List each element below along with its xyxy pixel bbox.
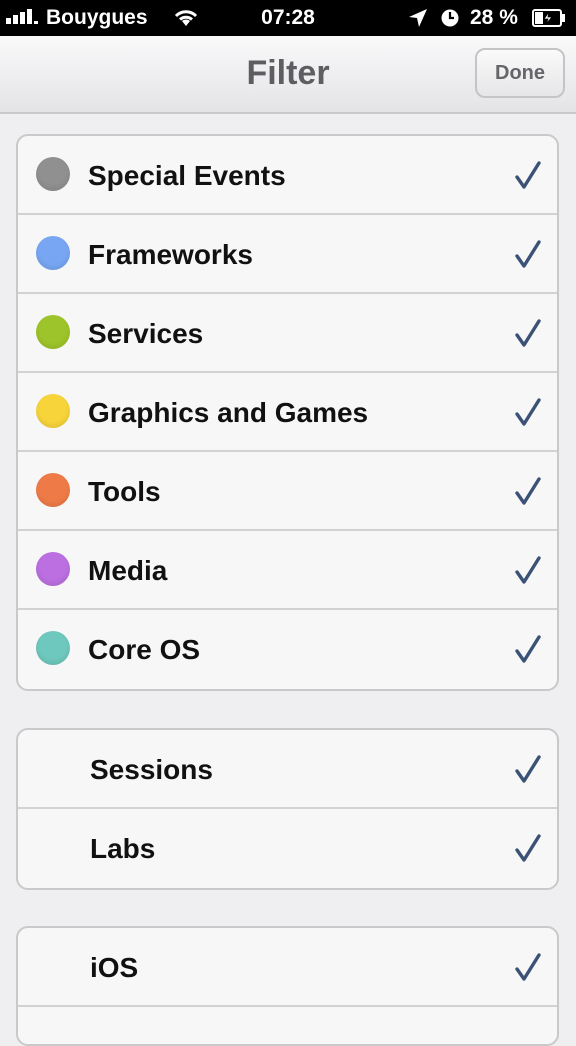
checkmark-icon [515,555,541,585]
filter-label: Services [88,318,204,349]
platforms-filter-group: iOS [16,926,559,1046]
status-bar: Bouygues 07:28 28 % [0,0,576,36]
checkmark-icon [515,833,541,863]
color-dot-icon [36,157,70,191]
filter-row-tools[interactable]: Tools [18,452,557,531]
battery-percentage: 28 % [470,6,518,29]
filter-row-special-events[interactable]: Special Events [18,136,557,215]
types-filter-group: Sessions Labs [16,728,559,890]
checkmark-icon [515,952,541,982]
checkmark-icon [515,476,541,506]
list-item[interactable] [18,1007,557,1044]
filter-row-media[interactable]: Media [18,531,557,610]
filter-label: Labs [90,833,156,864]
color-dot-icon [36,552,70,586]
filter-label: Frameworks [88,239,253,270]
filter-label: Graphics and Games [88,397,369,428]
color-dot-icon [36,394,70,428]
filter-label: iOS [90,952,139,983]
checkmark-icon [515,634,541,664]
location-arrow-icon [407,7,429,35]
checkmark-icon [515,754,541,784]
filter-row-ios[interactable]: iOS [18,928,557,1007]
battery-icon [532,9,566,33]
checkmark-icon [515,160,541,190]
navigation-bar: Filter Done [0,36,576,114]
filter-row-core-os[interactable]: Core OS [18,610,557,689]
filter-label: Core OS [88,634,201,665]
filter-label: Sessions [90,754,213,785]
filter-row-labs[interactable]: Labs [18,809,557,888]
alarm-clock-icon [440,8,460,34]
color-dot-icon [36,473,70,507]
filter-label: Special Events [88,160,286,191]
color-dot-icon [36,631,70,665]
checkmark-icon [515,239,541,269]
filter-label: Media [88,555,168,586]
checkmark-icon [515,397,541,427]
filter-row-sessions[interactable]: Sessions [18,730,557,809]
tracks-filter-group: Special Events Frameworks Services Graphics… [16,134,559,691]
done-button[interactable]: Done [475,48,565,98]
filter-row-graphics-and-games[interactable]: Graphics and Games [18,373,557,452]
filter-label: Tools [88,476,161,507]
color-dot-icon [36,315,70,349]
color-dot-icon [36,236,70,270]
checkmark-icon [515,318,541,348]
filter-row-services[interactable]: Services [18,294,557,373]
filter-row-frameworks[interactable]: Frameworks [18,215,557,294]
